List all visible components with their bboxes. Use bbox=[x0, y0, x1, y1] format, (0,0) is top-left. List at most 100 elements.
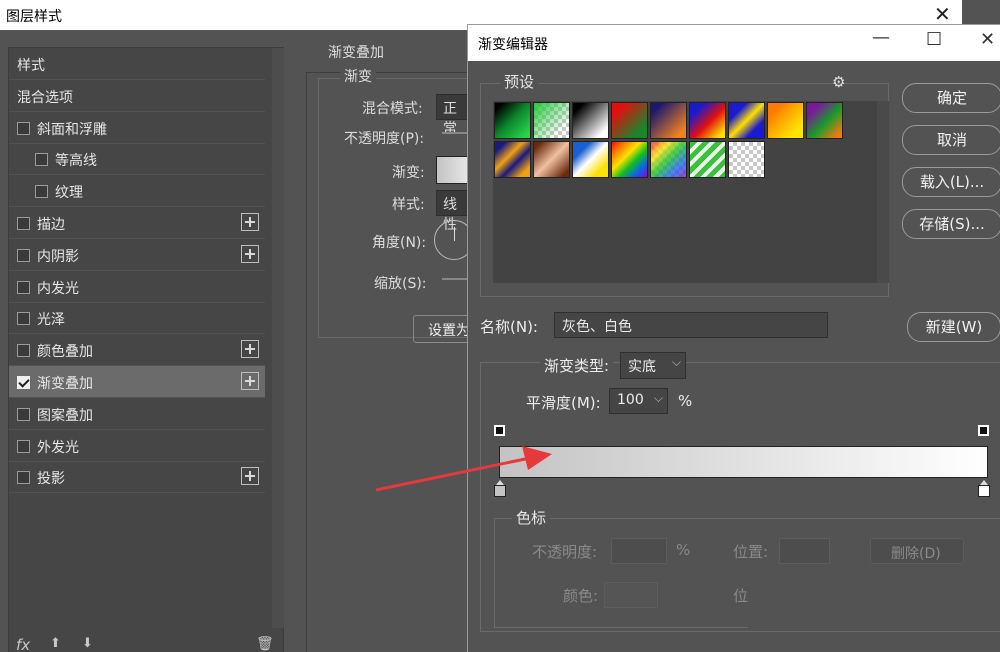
presets-grid bbox=[493, 101, 877, 283]
preset-swatch[interactable] bbox=[533, 102, 570, 139]
preset-swatch[interactable] bbox=[689, 102, 726, 139]
style-checkbox[interactable] bbox=[17, 217, 30, 230]
name-input[interactable]: 灰色、白色 bbox=[554, 312, 828, 338]
minimize-icon[interactable]: — bbox=[872, 27, 890, 48]
style-row[interactable]: 内发光 bbox=[9, 271, 265, 303]
angle-label: 角度(N): bbox=[372, 235, 427, 251]
chevron-down-icon[interactable]: ⌵ bbox=[654, 391, 663, 406]
preset-swatch[interactable] bbox=[728, 102, 765, 139]
preset-swatch[interactable] bbox=[806, 102, 843, 139]
smoothness-value: 100 bbox=[617, 392, 644, 408]
style-checkbox[interactable] bbox=[17, 280, 30, 294]
style-row[interactable]: 斜面和浮雕 bbox=[9, 112, 265, 144]
style-row[interactable]: 投影 bbox=[9, 461, 265, 494]
style-row[interactable]: 内阴影 bbox=[9, 239, 265, 271]
move-down-icon[interactable]: ⬇ bbox=[82, 636, 93, 651]
style-label: 投影 bbox=[37, 471, 65, 488]
sub-title: 渐变 bbox=[340, 66, 376, 86]
opacity-label: 不透明度(P): bbox=[344, 131, 425, 147]
style-row[interactable]: 等高线 bbox=[9, 143, 265, 176]
style-checkbox[interactable] bbox=[17, 439, 30, 453]
type-select[interactable]: 实底 ⌵ bbox=[620, 352, 686, 379]
add-style-icon[interactable] bbox=[241, 340, 259, 359]
style-row[interactable]: 外发光 bbox=[9, 430, 265, 462]
style-label: 颜色叠加 bbox=[37, 344, 93, 361]
stop-position-label: 位置: bbox=[733, 543, 769, 561]
color-stop-right[interactable] bbox=[978, 480, 990, 497]
style-row[interactable]: 描边 bbox=[9, 207, 265, 239]
gradient-bar[interactable] bbox=[499, 446, 988, 478]
styles-column: 样式混合选项斜面和浮雕 等高线 纹理 描边 内阴影 内发光 光泽颜色叠加渐变叠加 图案叠加 外发… bbox=[9, 48, 265, 652]
styles-scrollbar[interactable] bbox=[272, 48, 284, 628]
stop-color-label: 颜色: bbox=[563, 587, 599, 605]
style-label: 混合选项 bbox=[17, 89, 73, 106]
style-checkbox[interactable] bbox=[17, 407, 30, 421]
style-checkbox[interactable] bbox=[17, 312, 30, 326]
style-checkbox[interactable] bbox=[35, 153, 48, 167]
type-value: 实底 bbox=[628, 359, 656, 375]
style-checkbox[interactable] bbox=[17, 121, 30, 135]
set-default-button[interactable]: 设置为 bbox=[413, 315, 473, 343]
add-style-icon[interactable] bbox=[241, 372, 259, 390]
opacity-stop-right[interactable] bbox=[978, 425, 989, 436]
delete-button[interactable]: 删除(D) bbox=[870, 538, 964, 564]
styles-list: 样式混合选项斜面和浮雕 等高线 纹理 描边 内阴影 内发光 光泽颜色叠加渐变叠加 图案叠加 外发… bbox=[8, 47, 284, 652]
preset-swatch[interactable] bbox=[494, 102, 531, 139]
add-style-icon[interactable] bbox=[241, 244, 259, 263]
preset-swatch[interactable] bbox=[572, 102, 609, 139]
preset-swatch[interactable] bbox=[611, 102, 648, 139]
save-button[interactable]: 存储(S)... bbox=[902, 209, 1000, 239]
smoothness-input[interactable]: 100 ⌵ bbox=[609, 388, 668, 414]
add-style-icon[interactable] bbox=[241, 467, 259, 486]
preset-swatch[interactable] bbox=[650, 141, 687, 178]
close-icon[interactable]: ✕ bbox=[934, 2, 951, 26]
preset-swatch[interactable] bbox=[767, 102, 804, 139]
stop-opacity-input[interactable] bbox=[611, 538, 667, 564]
style-checkbox[interactable] bbox=[35, 185, 48, 199]
blend-mode-label: 混合模式: bbox=[362, 101, 423, 117]
section-title: 渐变叠加 bbox=[328, 45, 384, 61]
scale-slider[interactable] bbox=[442, 278, 468, 280]
trash-icon[interactable]: 🗑 bbox=[256, 636, 274, 652]
stop-position-input[interactable] bbox=[779, 538, 830, 564]
preset-swatch[interactable] bbox=[728, 141, 765, 178]
gradient-editor-titlebar: 渐变编辑器 — ☐ ✕ bbox=[468, 25, 1000, 61]
style-row[interactable]: 光泽 bbox=[9, 302, 265, 335]
maximize-icon[interactable]: ☐ bbox=[926, 29, 942, 50]
style-row[interactable]: 图案叠加 bbox=[9, 398, 265, 430]
style-row[interactable]: 混合选项 bbox=[9, 80, 265, 112]
move-up-icon[interactable]: ⬆ bbox=[50, 636, 61, 651]
cancel-button[interactable]: 取消 bbox=[902, 125, 1000, 155]
style-row[interactable]: 渐变叠加 bbox=[9, 366, 265, 398]
stop-color-swatch[interactable] bbox=[604, 582, 658, 608]
style-checkbox[interactable] bbox=[17, 344, 30, 358]
occluded-area bbox=[748, 585, 1000, 629]
new-button[interactable]: 新建(W) bbox=[907, 312, 1000, 342]
style-row[interactable]: 样式 bbox=[9, 48, 265, 80]
gradient-swatch[interactable] bbox=[436, 156, 470, 184]
fx-icon[interactable]: fx bbox=[16, 636, 30, 652]
close-icon[interactable]: ✕ bbox=[980, 29, 995, 50]
preset-swatch[interactable] bbox=[572, 141, 609, 178]
style-label: 样式: bbox=[392, 197, 425, 213]
preset-swatch[interactable] bbox=[689, 141, 726, 178]
stop-opacity-label: 不透明度: bbox=[532, 543, 598, 561]
style-row[interactable]: 颜色叠加 bbox=[9, 334, 265, 367]
style-checkbox[interactable] bbox=[17, 248, 30, 262]
opacity-stop-left[interactable] bbox=[494, 425, 505, 436]
add-style-icon[interactable] bbox=[241, 213, 259, 231]
preset-swatch[interactable] bbox=[533, 141, 570, 178]
style-checkbox[interactable] bbox=[17, 376, 30, 389]
load-button[interactable]: 载入(L)... bbox=[902, 167, 1000, 197]
presets-legend: 预设 bbox=[500, 71, 539, 92]
name-label: 名称(N): bbox=[480, 318, 538, 336]
preset-swatch[interactable] bbox=[494, 141, 531, 178]
presets-scrollbar[interactable] bbox=[877, 101, 889, 283]
gear-icon[interactable]: ⚙ bbox=[832, 73, 845, 91]
style-row[interactable]: 纹理 bbox=[9, 175, 265, 208]
opacity-slider[interactable] bbox=[442, 132, 468, 134]
preset-swatch[interactable] bbox=[611, 141, 648, 178]
style-checkbox[interactable] bbox=[17, 471, 30, 485]
ok-button[interactable]: 确定 bbox=[902, 83, 1000, 113]
preset-swatch[interactable] bbox=[650, 102, 687, 139]
